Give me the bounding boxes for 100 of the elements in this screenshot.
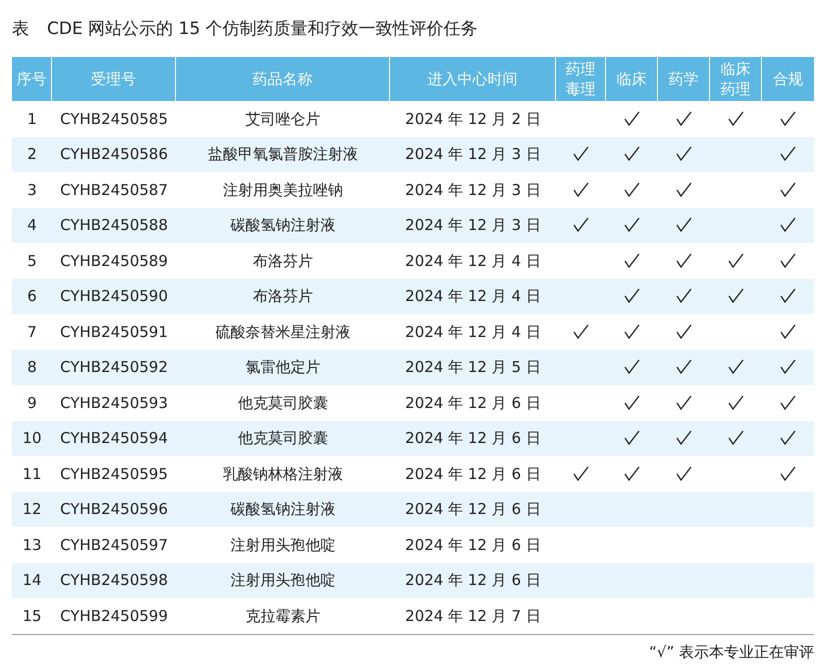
check-icon	[728, 288, 744, 304]
table-cell-text: CYHB2450599	[60, 606, 168, 626]
table-cell-text: 2024 年 12 月 6 日	[405, 392, 541, 414]
check-icon	[676, 288, 692, 304]
table-cell-text: 2024 年 12 月 3 日	[405, 180, 541, 200]
table-cell-text: 5	[27, 250, 37, 272]
table-cell-text: 硫酸奈替米星注射液	[216, 322, 350, 342]
table-cell-text: 2024 年 12 月 6 日	[405, 570, 541, 591]
table-cell-text: 11	[22, 464, 42, 484]
table-cell-text: CYHB2450589	[60, 250, 168, 272]
table-cell-text: 9	[27, 392, 37, 414]
table-cell-text: 2024 年 12 月 6 日	[405, 464, 541, 484]
table-cell-text: 布洛芬片	[253, 286, 313, 307]
table-cell-text: CYHB2450586	[60, 144, 168, 165]
footnote: “√” 表示本专业正在审评	[649, 642, 814, 662]
check-icon	[573, 146, 589, 162]
table-cell-text: 注射用奥美拉唑钠	[223, 180, 343, 200]
check-icon	[624, 288, 640, 304]
table-cell-text: 2024 年 12 月 6 日	[405, 428, 541, 449]
table-cell-text: 2024 年 12 月 7 日	[405, 606, 541, 626]
table-cell-text: 2024 年 12 月 2 日	[405, 108, 541, 130]
table-cell-text: 注射用头孢他啶	[230, 570, 336, 591]
table-cell-text: 克拉霉素片	[246, 606, 320, 626]
check-icon	[728, 110, 744, 127]
check-icon	[624, 252, 640, 269]
table-cell-text: 碳酸氢钠注射液	[230, 499, 336, 520]
table-cell-text: CYHB2450593	[60, 392, 168, 414]
check-icon	[624, 324, 640, 340]
table-cell-text: 2024 年 12 月 6 日	[405, 499, 541, 520]
check-icon	[676, 182, 692, 198]
check-icon	[676, 359, 692, 376]
table-cell-text: 2024 年 12 月 4 日	[405, 286, 541, 307]
check-icon	[573, 324, 589, 340]
check-icon	[780, 466, 796, 482]
table-cell-text: 14	[22, 570, 42, 591]
check-icon	[624, 110, 640, 127]
table-cell-text: CYHB2450587	[60, 180, 168, 200]
check-icon	[624, 394, 640, 411]
table-cell-text: 他克莫司胶囊	[238, 392, 328, 414]
table-cell-text: 2024 年 12 月 5 日	[405, 357, 541, 378]
table-cell-text: 13	[22, 534, 42, 556]
table-cell-text: 2024 年 12 月 4 日	[405, 322, 541, 342]
check-icon	[780, 146, 796, 162]
table-cell-text: 注射用头孢他啶	[230, 534, 336, 556]
check-icon	[676, 394, 692, 411]
table-cell-text: CYHB2450595	[60, 464, 168, 484]
table-cell-text: CYHB2450585	[60, 108, 168, 130]
check-icon	[624, 359, 640, 376]
check-icon	[728, 252, 744, 269]
table-cell-text: CYHB2450588	[60, 215, 168, 236]
table-cell-text: 10	[22, 428, 42, 449]
check-icon	[780, 394, 796, 411]
check-icon	[780, 252, 796, 269]
check-icon	[780, 217, 796, 234]
table-cell-text: 7	[27, 322, 37, 342]
table-cell-text: 2	[27, 144, 37, 165]
check-icon	[728, 359, 744, 376]
check-icon	[624, 182, 640, 198]
check-icon	[676, 110, 692, 127]
table-cell-text: CYHB2450591	[60, 322, 168, 342]
check-icon	[676, 466, 692, 482]
table-cell-text: 3	[27, 180, 37, 200]
check-icon	[780, 430, 796, 446]
table-cell-text: CYHB2450590	[60, 286, 168, 307]
table-cell-text: 15	[22, 606, 42, 626]
table-cell-text: CYHB2450594	[60, 428, 168, 449]
check-icon	[728, 430, 744, 446]
table-cell-text: CYHB2450592	[60, 357, 168, 378]
check-icon	[676, 430, 692, 446]
check-icon	[676, 324, 692, 340]
table-cell-text: 艾司唑仑片	[246, 108, 320, 130]
check-icon	[780, 359, 796, 376]
table-cell-text: 盐酸甲氧氯普胺注射液	[208, 144, 358, 165]
table-label: 表	[12, 18, 29, 42]
check-icon	[624, 430, 640, 446]
table-cell-text: 2024 年 12 月 3 日	[405, 144, 541, 165]
table-cell-text: 布洛芬片	[253, 250, 313, 272]
table-cell-text: 2024 年 12 月 6 日	[405, 534, 541, 556]
table-cell-text: 氯雷他定片	[246, 357, 320, 378]
check-icon	[676, 252, 692, 269]
table-cell-text: CYHB2450597	[60, 534, 168, 556]
check-icon	[624, 217, 640, 234]
table-cell-text: 4	[27, 215, 37, 236]
table-title: CDE 网站公示的 15 个仿制药质量和疗效一致性评价任务	[47, 18, 478, 42]
check-icon	[780, 182, 796, 198]
check-icon	[780, 324, 796, 340]
table-cell-text: 乳酸钠林格注射液	[223, 464, 343, 484]
table-cell-text: 6	[27, 286, 37, 307]
table-cell-text: CYHB2450596	[60, 499, 168, 520]
check-icon	[676, 146, 692, 162]
check-icon	[573, 217, 589, 234]
column-header: 合规	[772, 69, 804, 90]
table-cell-text: 1	[27, 108, 37, 130]
table-cell-text: 碳酸氢钠注射液	[230, 215, 336, 236]
check-icon	[780, 288, 796, 304]
check-icon	[676, 217, 692, 234]
table-cell-text: 8	[27, 357, 37, 378]
table-cell-text: CYHB2450598	[60, 570, 168, 591]
table-cell-text: 2024 年 12 月 4 日	[405, 250, 541, 272]
check-icon	[573, 182, 589, 198]
